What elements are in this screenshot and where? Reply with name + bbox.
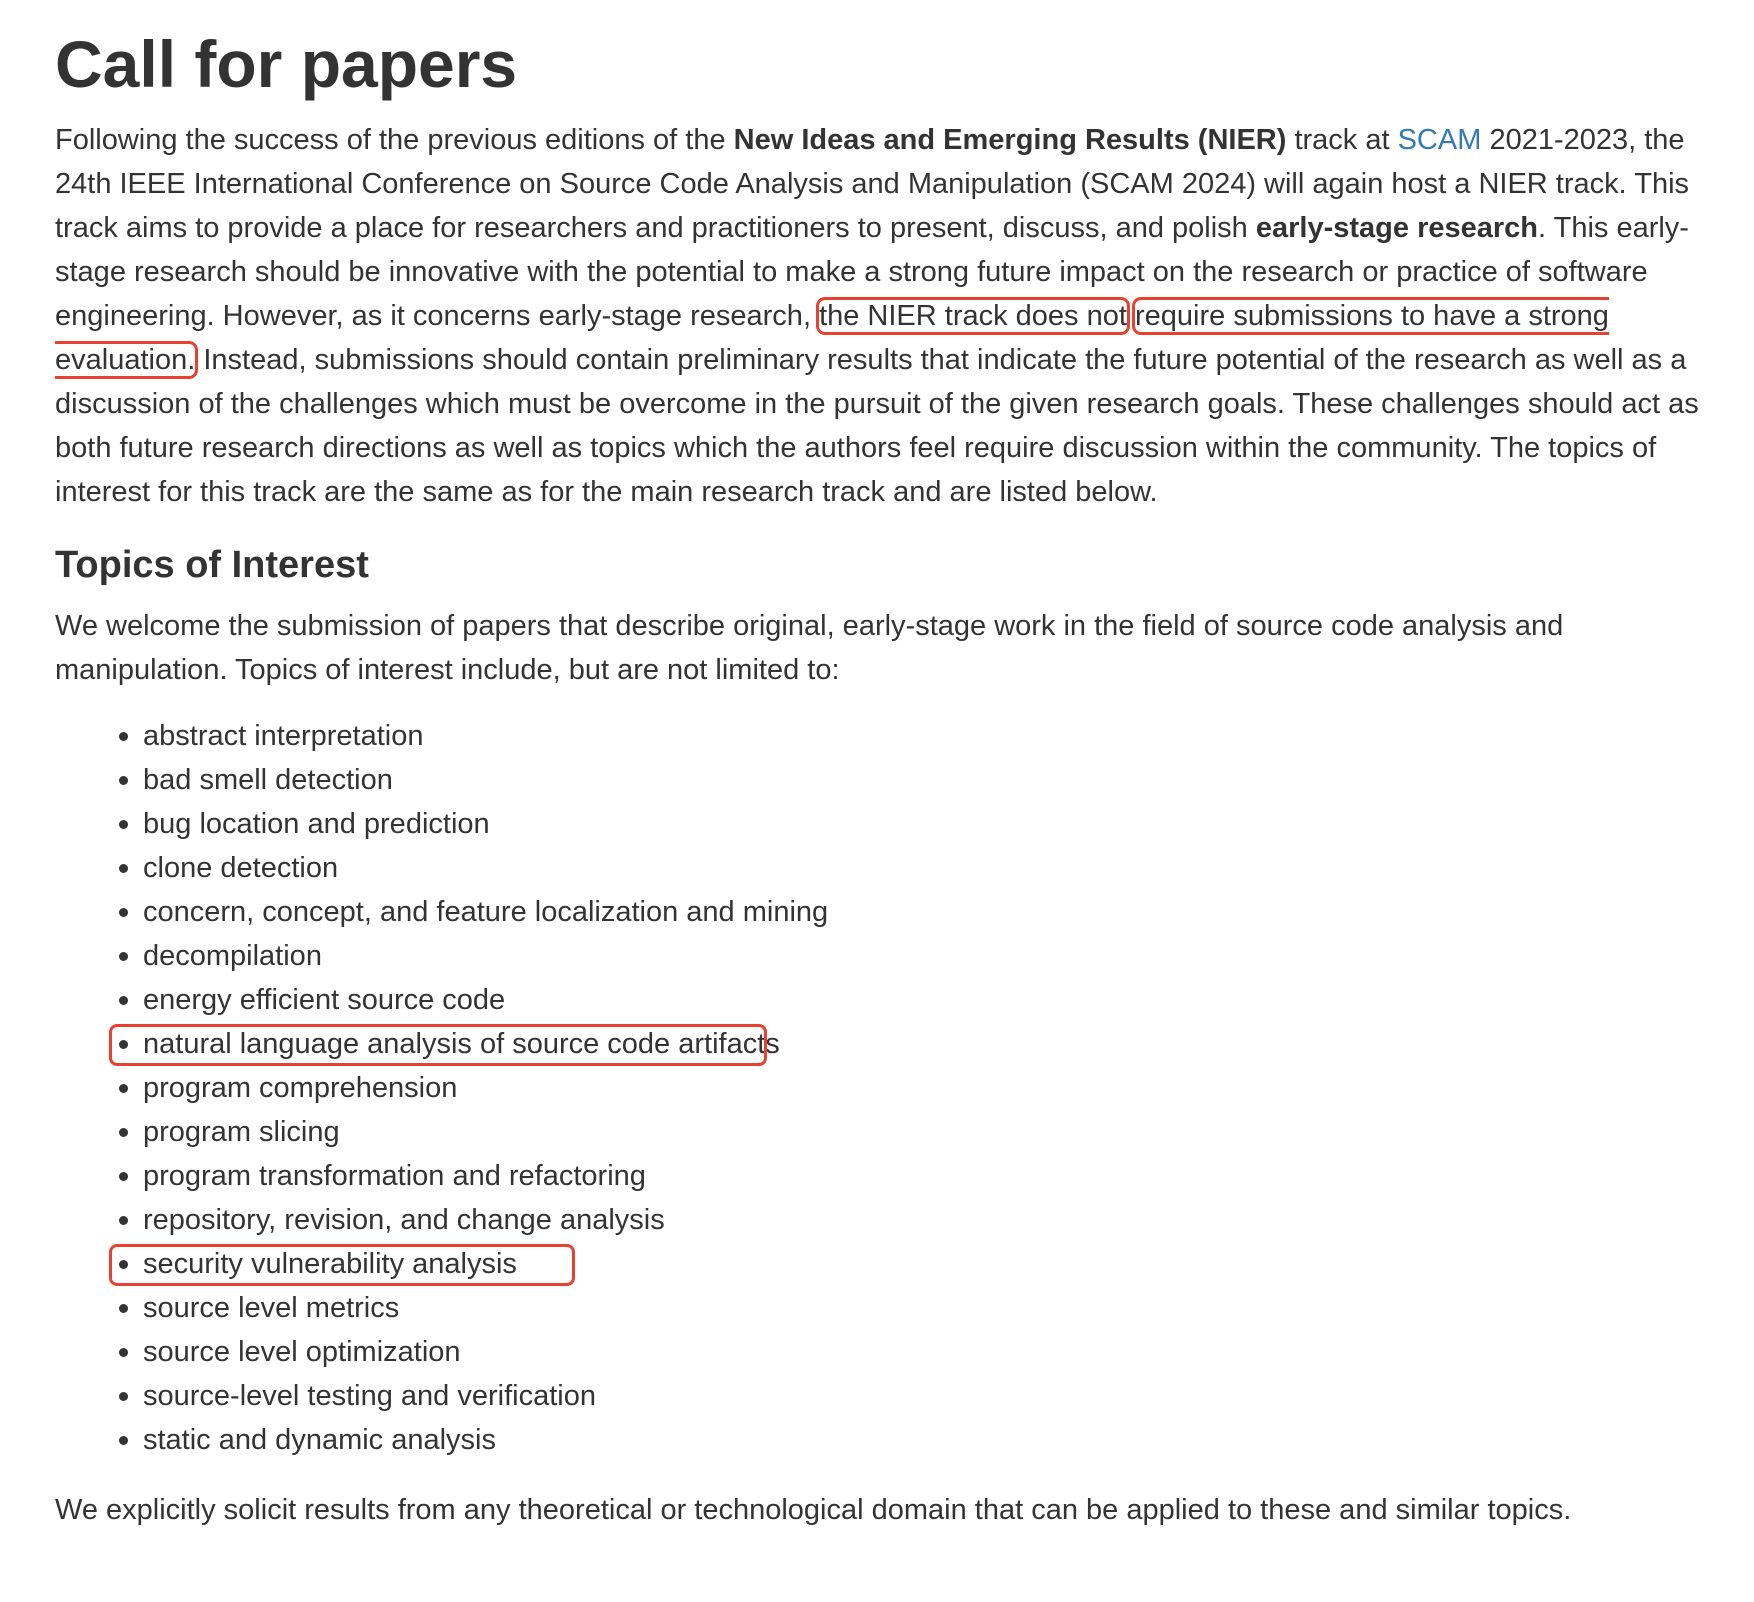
topic-list-item: bug location and prediction [119, 802, 1715, 846]
topic-list-item: natural language analysis of source code… [109, 1022, 1715, 1066]
topic-list-item: abstract interpretation [119, 714, 1715, 758]
bullet-icon [119, 1436, 128, 1445]
scam-link[interactable]: SCAM [1398, 124, 1482, 156]
bullet-icon [119, 820, 128, 829]
topics-list: abstract interpretation bad smell detecti… [55, 714, 1715, 1462]
bullet-icon [119, 1084, 128, 1093]
bullet-icon [119, 1128, 128, 1137]
topic-label: program comprehension [143, 1072, 458, 1104]
bullet-icon [119, 1216, 128, 1225]
intro-paragraph: Following the success of the previous ed… [55, 118, 1715, 514]
topic-label: source level metrics [143, 1292, 400, 1324]
topic-label: decompilation [143, 940, 322, 972]
topic-list-item: source level optimization [119, 1330, 1715, 1374]
bullet-icon [119, 732, 128, 741]
topic-list-item: security vulnerability analysis [109, 1242, 1715, 1286]
topic-label: clone detection [143, 852, 339, 884]
bullet-icon [119, 776, 128, 785]
bullet-icon [119, 908, 128, 917]
topic-label: abstract interpretation [143, 720, 424, 752]
intro-bold-early-stage: early-stage research [1255, 212, 1539, 244]
bullet-icon [119, 1392, 128, 1401]
intro-text-2: track at [1286, 124, 1398, 156]
topic-label: bad smell detection [143, 764, 393, 796]
bullet-icon [119, 1172, 128, 1181]
topic-label: program slicing [143, 1116, 340, 1148]
intro-text-1: Following the success of the previous ed… [55, 124, 734, 156]
topic-list-item: concern, concept, and feature localizati… [119, 890, 1715, 934]
highlight-box [109, 1024, 767, 1066]
topic-list-item: static and dynamic analysis [119, 1418, 1715, 1462]
topic-list-item: bad smell detection [119, 758, 1715, 802]
topic-list-item: source level metrics [119, 1286, 1715, 1330]
topic-label: concern, concept, and feature localizati… [143, 896, 829, 928]
topic-list-item: decompilation [119, 934, 1715, 978]
topic-label: energy efficient source code [143, 984, 506, 1016]
topics-heading: Topics of Interest [55, 544, 369, 586]
topics-intro-paragraph: We welcome the submission of papers that… [55, 610, 1564, 686]
bullet-icon [119, 996, 128, 1005]
topic-list-item: repository, revision, and change analysi… [119, 1198, 1715, 1242]
topic-label: program transformation and refactoring [143, 1160, 646, 1192]
topic-label: repository, revision, and change analysi… [143, 1204, 665, 1236]
bullet-icon [119, 1348, 128, 1357]
intro-bold-nier: New Ideas and Emerging Results (NIER) [733, 124, 1287, 156]
topic-label: static and dynamic analysis [143, 1424, 496, 1456]
intro-text-5: Instead, submissions should contain prel… [55, 344, 1699, 508]
page-title: Call for papers [55, 27, 518, 101]
topic-label: source level optimization [143, 1336, 461, 1368]
page-content: Call for papers Following the success of… [55, 20, 1715, 1532]
bullet-icon [119, 864, 128, 873]
topic-list-item: clone detection [119, 846, 1715, 890]
topic-label: source-level testing and verification [143, 1380, 596, 1412]
highlight-box [109, 1244, 575, 1286]
bullet-icon [119, 1304, 128, 1313]
closing-paragraph: We explicitly solicit results from any t… [55, 1494, 1572, 1526]
topic-label: bug location and prediction [143, 808, 490, 840]
highlight-nier-no-evaluation-1: the NIER track does not [819, 300, 1127, 332]
bullet-icon [119, 952, 128, 961]
topic-list-item: source-level testing and verification [119, 1374, 1715, 1418]
topic-list-item: program slicing [119, 1110, 1715, 1154]
topic-list-item: energy efficient source code [119, 978, 1715, 1022]
topic-list-item: program transformation and refactoring [119, 1154, 1715, 1198]
topic-list-item: program comprehension [119, 1066, 1715, 1110]
